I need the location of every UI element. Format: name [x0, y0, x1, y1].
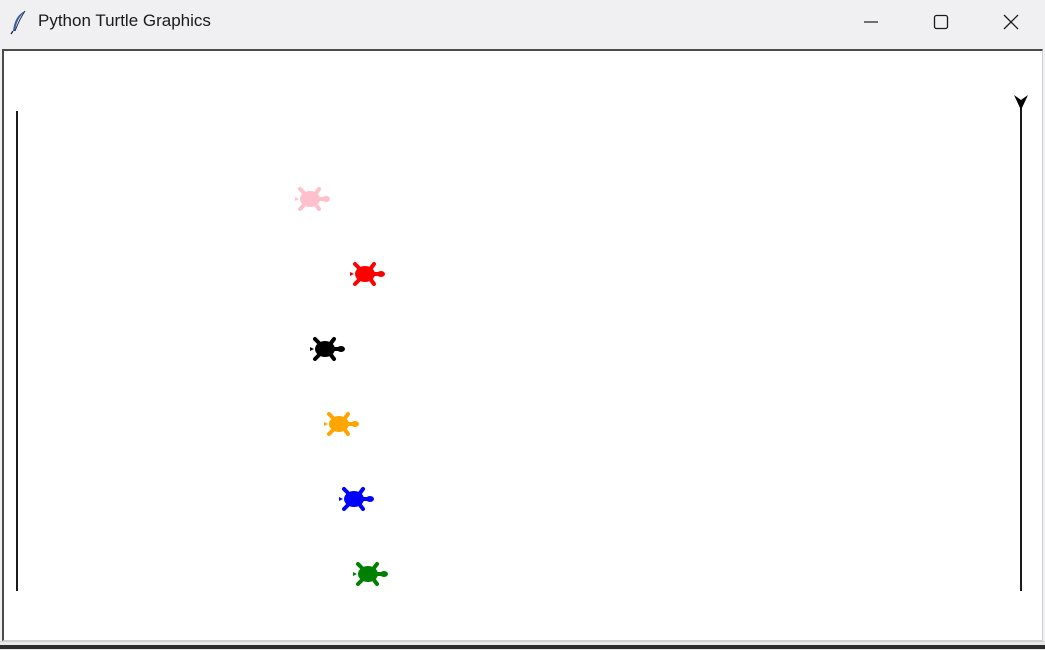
close-button[interactable] — [976, 0, 1045, 44]
window-title: Python Turtle Graphics — [38, 11, 211, 30]
close-icon — [1003, 14, 1019, 30]
turtle-orange — [324, 412, 359, 436]
turtle-blue — [339, 487, 374, 511]
turtle-window: Python Turtle Graphics — [0, 0, 1045, 650]
turtle-pink — [295, 187, 330, 211]
feather-icon — [10, 10, 26, 35]
turtle-black — [310, 337, 345, 361]
turtle-green — [353, 562, 388, 586]
turtle-scene — [16, 95, 1028, 591]
minimize-icon — [864, 21, 878, 23]
turtle-canvas[interactable] — [2, 49, 1043, 641]
maximize-icon — [933, 14, 949, 30]
turtle-red — [350, 262, 385, 286]
title-bar[interactable]: Python Turtle Graphics — [0, 0, 1045, 46]
minimize-button[interactable] — [836, 0, 906, 44]
taskbar-edge — [0, 645, 1045, 649]
arrow-turtle-down-icon — [1014, 95, 1028, 110]
maximize-button[interactable] — [906, 0, 976, 44]
